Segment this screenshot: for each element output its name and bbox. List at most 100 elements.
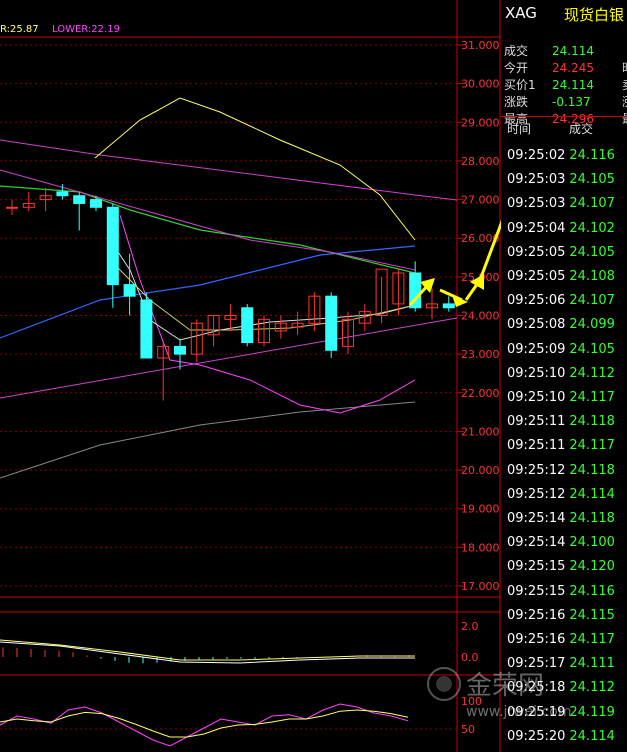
tick-row: 09:25:10 24.117 — [507, 388, 615, 408]
tick-time: 09:25:16 — [507, 607, 566, 623]
ma-gray-line — [0, 401, 416, 479]
tick-row: 09:25:15 24.120 — [507, 557, 615, 577]
y-axis-label: 20.000 — [461, 464, 500, 477]
tick-price: 24.120 — [569, 559, 615, 575]
candle-body — [140, 299, 153, 359]
quote-label: 今开 — [504, 61, 529, 75]
y-axis-label: 21.000 — [461, 425, 500, 438]
tick-row: 09:25:04 24.102 — [507, 219, 615, 239]
tick-price: 24.116 — [569, 583, 615, 599]
tick-price: 24.100 — [569, 535, 615, 551]
candle-body — [174, 345, 186, 355]
tick-row: 09:25:15 24.116 — [507, 582, 615, 602]
tick-time: 09:25:10 — [507, 365, 566, 381]
watermark-text: 金荣网 — [466, 671, 544, 701]
tick-time: 09:25:14 — [507, 535, 566, 551]
tick-time: 09:25:03 — [507, 172, 566, 188]
tick-row: 09:25:03 24.105 — [507, 170, 615, 190]
tick-time: 09:25:11 — [507, 414, 566, 430]
tick-price: 24.118 — [569, 414, 615, 430]
candle-body — [325, 295, 338, 351]
tick-price: 24.105 — [569, 172, 615, 188]
tick-row: 09:25:09 24.105 — [507, 340, 615, 360]
quote-extra: 时 — [622, 60, 627, 77]
lower-band-label: LOWER:22.19 — [52, 24, 120, 35]
tick-price: 24.105 — [569, 244, 615, 260]
kdj-line — [0, 709, 409, 738]
watermark-url: www.jrwei.com — [466, 704, 571, 720]
tick-row: 09:25:10 24.112 — [507, 364, 615, 384]
tick-price: 24.118 — [569, 462, 615, 478]
tick-time: 09:25:14 — [507, 511, 566, 526]
tick-time: 09:25:10 — [507, 390, 566, 405]
tick-time: 09:25:06 — [507, 293, 566, 309]
y-axis-label: 17.000 — [461, 580, 500, 593]
tick-row: 09:25:11 24.117 — [507, 436, 615, 456]
tick-price: 24.117 — [569, 390, 615, 405]
ma-blue-line — [0, 245, 416, 339]
tick-time: 09:25:20 — [507, 728, 566, 744]
tick-price: 24.099 — [569, 317, 615, 333]
quote-panel: XAG 现货白银 成交 24.114 今开 24.245 时买价1 24.114 卖涨跌 -0… — [501, 0, 627, 752]
tick-row: 09:25:06 24.107 — [507, 291, 615, 311]
macd-axis-label: 2.0 — [461, 620, 479, 633]
tick-price: 24.115 — [569, 607, 615, 623]
tick-row: 09:25:16 24.115 — [507, 606, 615, 626]
quote-label: 涨跌 — [504, 95, 529, 109]
candle-body — [442, 303, 455, 309]
quote-row: 买价1 24.114 卖 — [504, 77, 627, 94]
candle-body — [90, 199, 102, 208]
tick-row: 09:25:08 24.099 — [507, 315, 615, 335]
quote-extra: 涨 — [622, 94, 627, 111]
quote-row: 今开 24.245 时 — [504, 60, 627, 77]
tick-time: 09:25:15 — [507, 583, 566, 599]
ma-white-line — [109, 239, 416, 341]
tick-time: 09:25:05 — [507, 244, 566, 260]
candle-body — [73, 195, 86, 204]
tick-price: 24.116 — [569, 148, 615, 163]
tick-time: 09:25:05 — [507, 269, 566, 284]
y-axis-label: 31.000 — [461, 39, 500, 52]
candle-body — [241, 307, 254, 344]
tick-row: 09:25:14 24.118 — [507, 509, 615, 529]
symbol-code: XAG — [505, 4, 537, 22]
quote-extra: 最 — [622, 111, 627, 128]
y-axis-label: 30.000 — [461, 78, 500, 91]
tick-price: 24.112 — [569, 365, 615, 381]
tick-price: 24.117 — [569, 632, 615, 647]
tick-row: 09:25:03 24.107 — [507, 194, 615, 214]
tick-time: 09:25:02 — [507, 148, 566, 163]
tick-price: 24.118 — [569, 511, 615, 526]
quote-extra: 卖 — [622, 77, 627, 94]
tick-time: 09:25:04 — [507, 220, 566, 236]
tick-time: 09:25:15 — [507, 559, 566, 575]
quote-row: 涨跌 -0.137 涨 — [504, 94, 627, 111]
tick-price: 24.108 — [569, 269, 615, 284]
tick-time: 09:25:11 — [507, 438, 566, 454]
tick-price: 24.107 — [569, 293, 615, 309]
quote-value: -0.137 — [552, 95, 591, 109]
candle-body — [106, 206, 119, 286]
tick-price: 24.105 — [569, 341, 615, 357]
tick-row: 09:25:05 24.108 — [507, 267, 615, 287]
quote-value: 24.114 — [552, 44, 594, 58]
quote-label: 成交 — [504, 44, 529, 58]
tick-price: 24.119 — [569, 704, 615, 720]
upper-band-label: R:25.87 — [0, 24, 39, 35]
tick-price: 24.112 — [569, 680, 615, 696]
watermark-logo: 金荣网 www.jrwei.com — [427, 667, 571, 720]
tick-price: 24.102 — [569, 220, 615, 236]
quote-divider — [501, 116, 627, 117]
kdj-axis-label: 50 — [461, 723, 475, 736]
tick-price: 24.114 — [569, 486, 615, 502]
quote-row: 成交 24.114 — [504, 43, 627, 60]
y-axis-label: 27.000 — [461, 194, 500, 207]
tick-row: 09:25:14 24.100 — [507, 533, 615, 553]
y-axis-label: 24.000 — [461, 310, 500, 323]
tick-time: 09:25:08 — [507, 317, 566, 333]
candle-body — [123, 284, 136, 297]
candle-body — [6, 206, 18, 209]
tick-row: 09:25:16 24.117 — [507, 630, 615, 650]
quote-value: 24.114 — [552, 78, 594, 92]
tick-price: 24.117 — [569, 438, 615, 454]
